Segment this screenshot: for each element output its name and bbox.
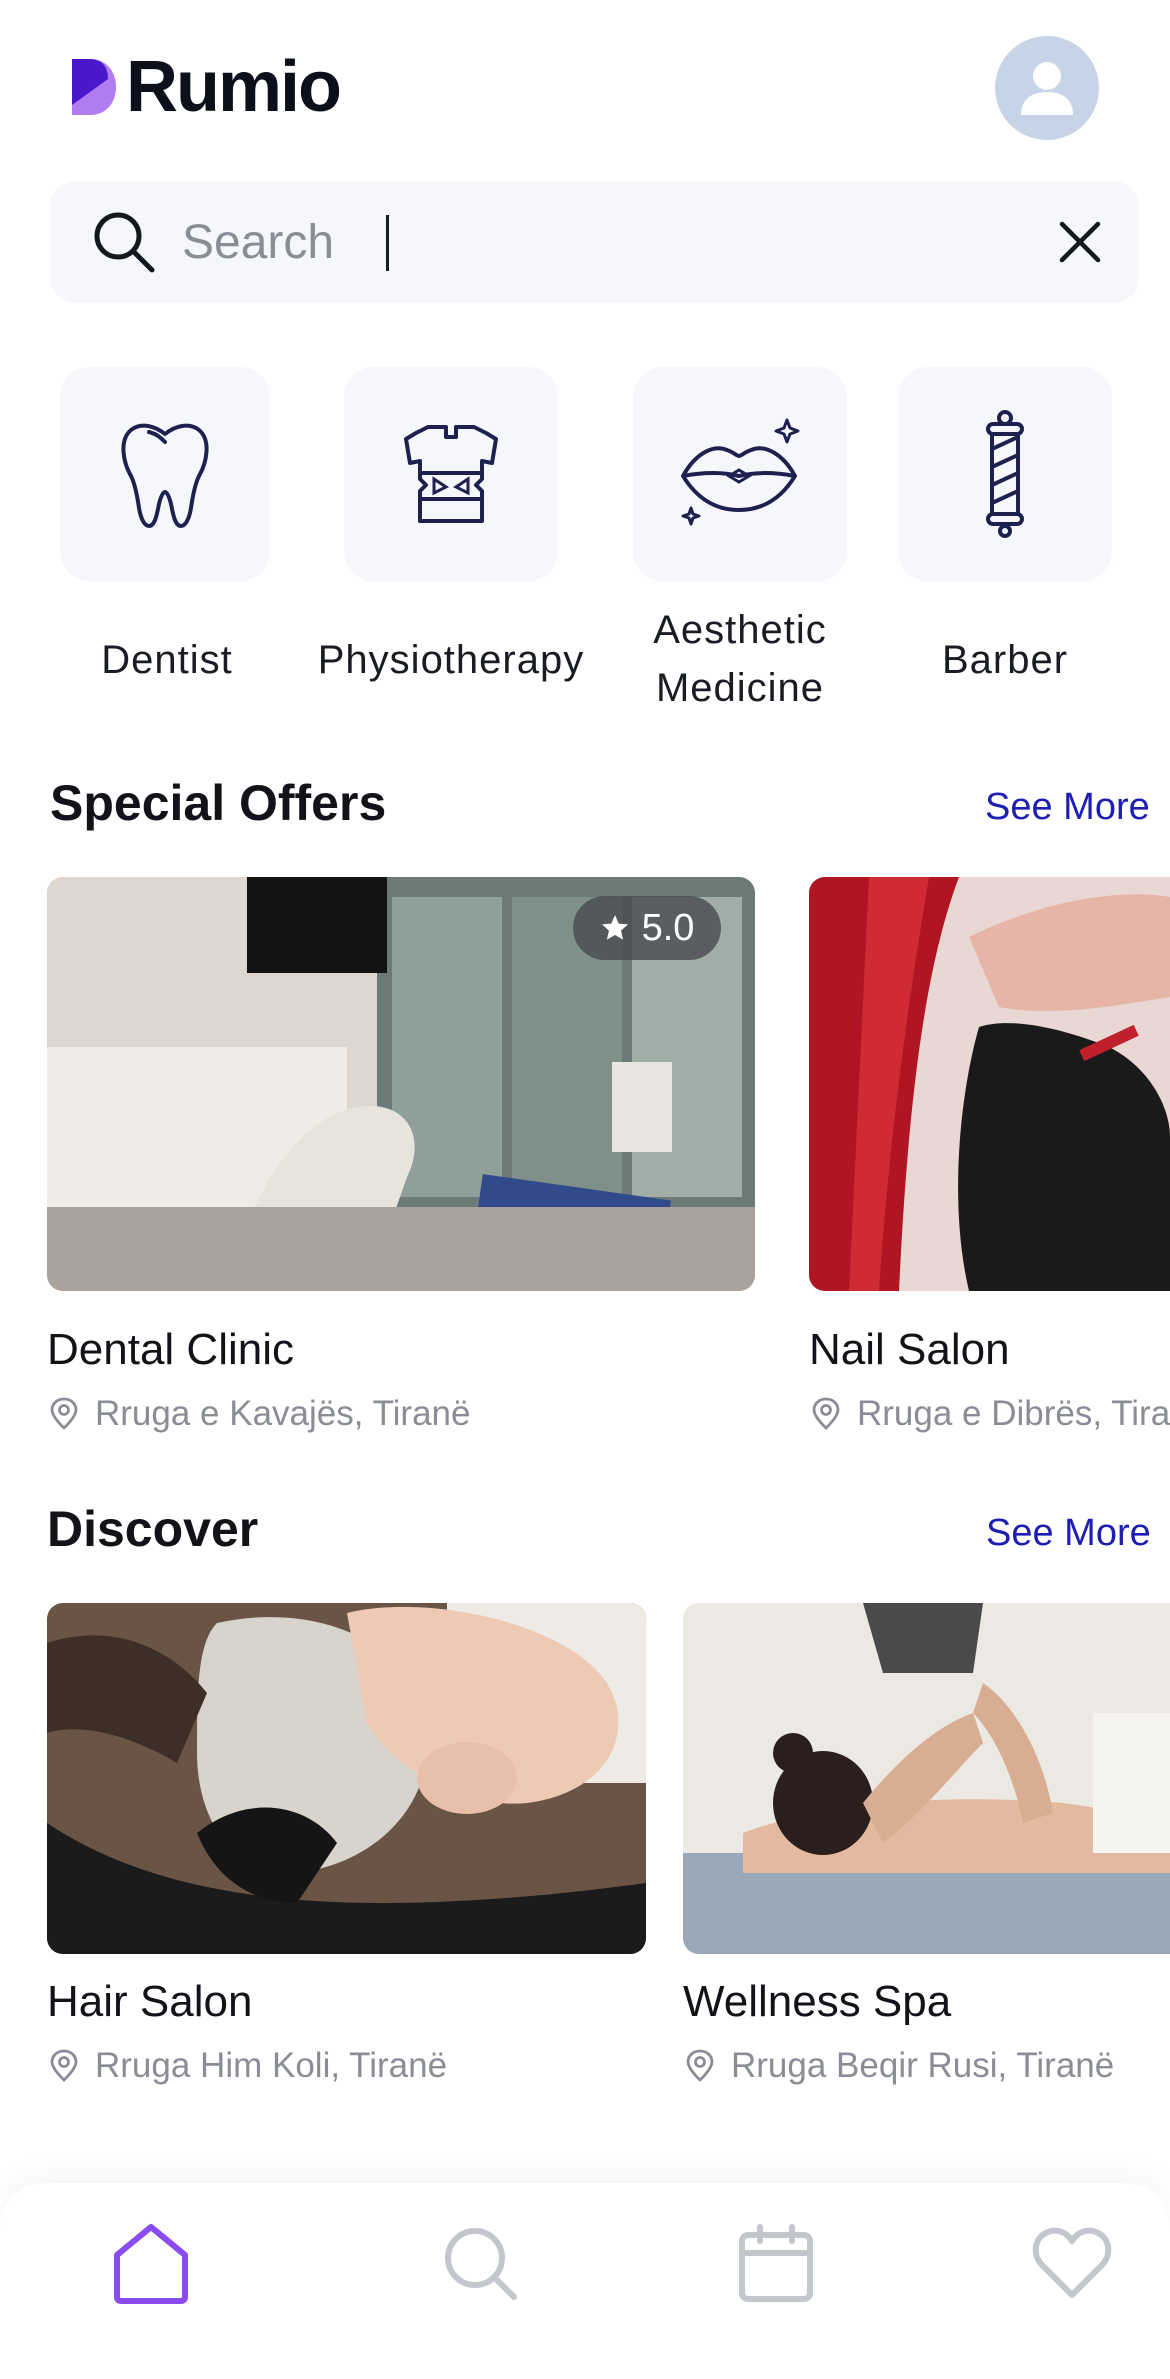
search-input[interactable] xyxy=(182,205,982,279)
user-icon xyxy=(1021,62,1073,115)
location-pin-icon xyxy=(50,1397,78,1430)
special-offers-see-more-link[interactable]: See More xyxy=(985,786,1150,829)
card-title[interactable]: Dental Clinic xyxy=(47,1325,294,1375)
card-title[interactable]: Hair Salon xyxy=(47,1977,252,2027)
category-aesthetic-medicine[interactable]: Aesthetic Medicine xyxy=(633,367,847,710)
special-offers-title: Special Offers xyxy=(50,775,387,831)
category-tile xyxy=(344,367,558,581)
heart-icon[interactable] xyxy=(1032,2223,1112,2303)
close-icon[interactable] xyxy=(1052,214,1108,270)
card-location: Rruga e Kavajës, Tiranë xyxy=(47,1394,470,1434)
wellness-spa-photo xyxy=(683,1603,1170,1954)
search-icon[interactable] xyxy=(440,2223,520,2303)
category-dentist[interactable]: Dentist xyxy=(60,367,270,682)
card-location-text: Rruga e Dibrës, Tiranë xyxy=(857,1394,1170,1433)
profile-avatar[interactable] xyxy=(995,36,1099,140)
card-title[interactable]: Wellness Spa xyxy=(683,1977,951,2027)
search-icon xyxy=(94,212,155,273)
card-title[interactable]: Nail Salon xyxy=(809,1325,1010,1375)
category-tile xyxy=(633,367,847,581)
wellness-spa-image[interactable] xyxy=(683,1603,1170,1954)
discover-see-more-link[interactable]: See More xyxy=(986,1512,1151,1555)
card-location: Rruga e Dibrës, Tiranë xyxy=(809,1394,1170,1434)
logo-mark-icon xyxy=(72,59,116,115)
nail-salon-photo xyxy=(809,877,1170,1291)
rating-value: 5.0 xyxy=(641,906,695,949)
hair-salon-image[interactable] xyxy=(47,1603,646,1954)
discover-title: Discover xyxy=(47,1501,259,1557)
card-location-text: Rruga Him Koli, Tiranë xyxy=(95,2046,448,2085)
text-caret xyxy=(386,215,389,271)
category-tile xyxy=(898,367,1112,581)
card-location: Rruga Him Koli, Tiranë xyxy=(47,2046,447,2086)
lips-icon xyxy=(681,418,800,526)
star-icon xyxy=(601,915,628,940)
location-pin-icon xyxy=(812,1397,840,1430)
card-location-text: Rruga Beqir Rusi, Tiranë xyxy=(731,2046,1115,2085)
home-icon[interactable] xyxy=(111,2221,191,2305)
app-logo[interactable]: Rumio xyxy=(70,47,342,127)
app-header: Rumio xyxy=(0,0,1170,175)
category-barber[interactable]: Barber xyxy=(898,367,1112,682)
category-tile xyxy=(60,367,270,581)
card-location: Rruga Beqir Rusi, Tiranë xyxy=(683,2046,1114,2086)
barber-pole-icon xyxy=(986,410,1024,538)
category-label: Barber xyxy=(941,638,1069,682)
hair-salon-photo xyxy=(47,1603,646,1954)
nail-salon-image[interactable] xyxy=(809,877,1170,1291)
card-location-text: Rruga e Kavajës, Tiranë xyxy=(95,1394,471,1433)
rating-badge: 5.0 xyxy=(573,896,721,960)
location-pin-icon xyxy=(50,2049,78,2082)
bottom-nav xyxy=(0,2183,1170,2379)
category-physiotherapy[interactable]: Physiotherapy xyxy=(318,367,583,682)
location-pin-icon xyxy=(686,2049,714,2082)
category-label: Physiotherapy xyxy=(317,638,585,682)
calendar-icon[interactable] xyxy=(736,2223,816,2303)
tooth-icon xyxy=(121,423,209,528)
search-bar[interactable] xyxy=(50,181,1139,303)
app-name: Rumio xyxy=(126,47,342,127)
brace-icon xyxy=(404,425,498,523)
